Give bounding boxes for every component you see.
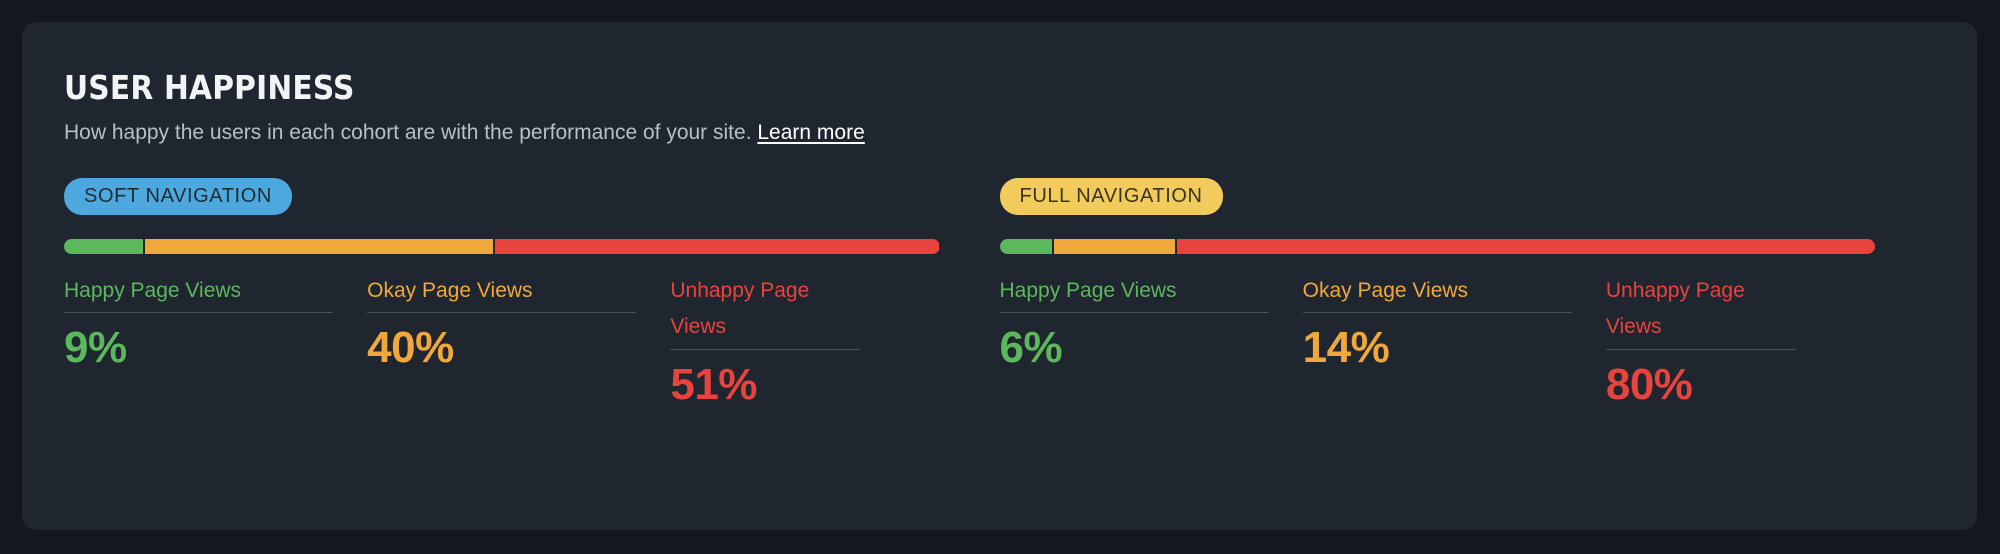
metric-happy-page-views: Happy Page Views 9% <box>64 273 334 409</box>
bar-segment-unhappy <box>1174 238 1875 254</box>
metric-label: Unhappy Page Views <box>670 273 861 351</box>
metrics-soft-navigation: Happy Page Views 9% Okay Page Views 40% … <box>64 273 940 409</box>
metric-label: Okay Page Views <box>367 273 637 314</box>
cohort-soft-navigation: SOFT NAVIGATION Happy Page Views 9% Okay… <box>64 177 1000 409</box>
metric-okay-page-views: Okay Page Views 40% <box>367 273 637 409</box>
bar-segment-happy <box>64 238 143 254</box>
metric-label: Okay Page Views <box>1302 273 1572 314</box>
metric-unhappy-page-views: Unhappy Page Views 80% <box>1605 273 1875 410</box>
metric-value: 9% <box>64 323 127 373</box>
bar-segment-okay <box>1052 238 1175 254</box>
metric-value: 80% <box>1605 360 1693 410</box>
badge-full-navigation[interactable]: FULL NAVIGATION <box>999 177 1223 215</box>
card-subtitle: How happy the users in each cohort are w… <box>64 119 1935 147</box>
metric-value: 6% <box>999 323 1063 373</box>
page-title: USER HAPPINESS <box>64 68 355 107</box>
bar-segment-unhappy <box>492 238 940 254</box>
happiness-bar-soft-navigation <box>64 238 940 254</box>
metrics-full-navigation: Happy Page Views 6% Okay Page Views 14% … <box>999 273 1876 410</box>
user-happiness-card: USER HAPPINESS How happy the users in ea… <box>22 22 1977 530</box>
bar-segment-okay <box>142 238 493 254</box>
metric-value: 51% <box>670 360 757 410</box>
learn-more-link[interactable]: Learn more <box>757 121 864 144</box>
metric-value: 40% <box>367 323 454 373</box>
metric-label: Happy Page Views <box>64 273 334 314</box>
bar-segment-happy <box>999 238 1053 254</box>
metric-label: Unhappy Page Views <box>1605 273 1796 351</box>
metric-happy-page-views: Happy Page Views 6% <box>999 273 1269 409</box>
metric-label: Happy Page Views <box>999 273 1269 314</box>
badge-soft-navigation[interactable]: SOFT NAVIGATION <box>64 177 292 215</box>
cohorts-container: SOFT NAVIGATION Happy Page Views 9% Okay… <box>64 177 1936 410</box>
metric-unhappy-page-views: Unhappy Page Views 51% <box>670 273 939 409</box>
metric-okay-page-views: Okay Page Views 14% <box>1302 273 1572 409</box>
cohort-full-navigation: FULL NAVIGATION Happy Page Views 6% Okay… <box>999 177 1936 410</box>
happiness-bar-full-navigation <box>999 238 1875 254</box>
subtitle-text: How happy the users in each cohort are w… <box>64 121 752 145</box>
metric-value: 14% <box>1302 323 1390 373</box>
